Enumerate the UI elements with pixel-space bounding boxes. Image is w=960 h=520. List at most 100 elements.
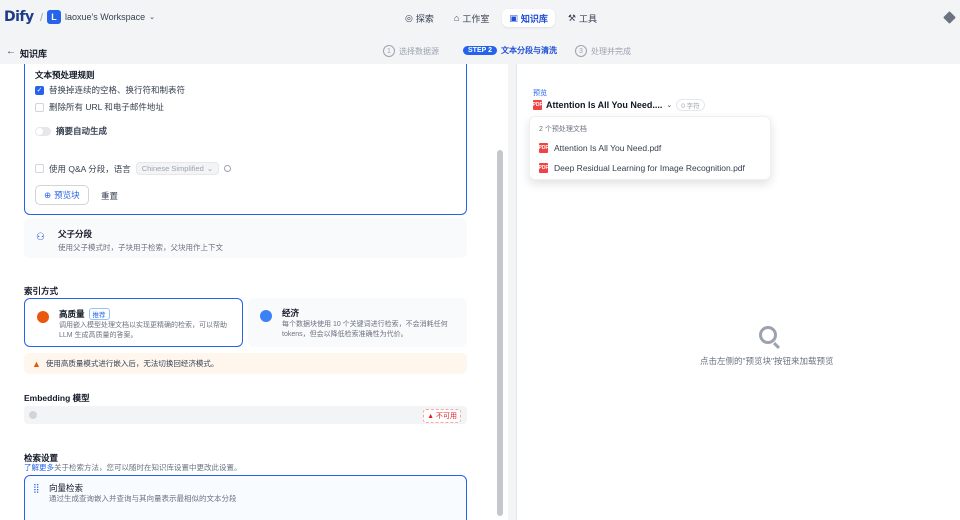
workspace-name: laoxue's Workspace xyxy=(65,12,146,22)
dropdown-header: 2 个预处理文档 xyxy=(539,126,587,133)
toggle-label: 摘要自动生成 xyxy=(56,126,108,136)
nav-knowledge[interactable]: ▣ 知识库 xyxy=(502,9,555,27)
main-nav: ◎ 探索 ⌂ 工作室 ▣ 知识库 ⚒ 工具 xyxy=(398,9,604,27)
hammer-icon: ⚒ xyxy=(567,12,576,23)
learn-more-link[interactable]: 了解更多 xyxy=(24,463,54,472)
index-warning: ▲ 使用高质量模式进行嵌入后，无法切换回经济模式。 xyxy=(24,353,467,374)
rule-whitespace[interactable]: ✓ 替换掉连续的空格、换行符和制表符 xyxy=(35,84,185,96)
doc-name: Deep Residual Learning for Image Recogni… xyxy=(554,163,745,173)
option-title-text: 经济 xyxy=(282,308,300,318)
chevron-down-icon: ⌄ xyxy=(149,14,155,21)
rule-remove-urls[interactable]: 删除所有 URL 和电子邮件地址 xyxy=(35,101,164,113)
parent-child-chunk-card[interactable]: ⚇ 父子分段 使用父子模式时，子块用于检索，父块用作上下文 xyxy=(24,218,467,258)
vector-search-option[interactable]: ⣿ 向量检索 通过生成查询嵌入并查询与其向量表示最相似的文本分段 xyxy=(24,475,467,520)
embedding-model-select[interactable]: ▲ 不可用 xyxy=(24,406,467,424)
preview-label: 预览 xyxy=(533,90,547,97)
retrieval-hint: 了解更多关于检索方法，您可以随时在知识库设置中更改此设置。 xyxy=(24,462,242,473)
language-select[interactable]: Chinese Simplified ⌄ xyxy=(135,162,220,175)
info-icon[interactable] xyxy=(224,165,232,172)
parent-child-icon: ⚇ xyxy=(36,232,45,243)
recommended-badge: 推荐 xyxy=(88,308,110,320)
empty-preview-text: 点击左侧的"预览块"按钮来加载预览 xyxy=(700,356,834,366)
back-arrow-icon[interactable]: ← xyxy=(6,46,16,57)
nav-label: 工具 xyxy=(578,13,597,24)
nav-tools[interactable]: ⚒ 工具 xyxy=(561,9,604,27)
search-icon: ⊕ xyxy=(44,189,52,200)
step-2: STEP 2 文本分段与清洗 xyxy=(463,45,557,56)
step-label: 处理并完成 xyxy=(591,46,631,56)
high-quality-icon xyxy=(37,311,49,323)
rule-label: 删除所有 URL 和电子邮件地址 xyxy=(49,102,164,112)
page-title: 知识库 xyxy=(20,49,48,59)
card-title: 父子分段 xyxy=(58,229,93,239)
chevron-down-icon: ⌄ xyxy=(666,102,673,109)
preview-pane: 预览 PDF Attention Is All You Need.... ⌄ 0… xyxy=(516,64,960,520)
auto-summary[interactable]: 摘要自动生成 xyxy=(35,125,107,137)
studio-icon: ⌂ xyxy=(453,13,460,23)
option-title: 高质量 推荐 xyxy=(59,308,110,320)
step-1: 1 选择数据源 xyxy=(383,45,439,57)
dropdown-item[interactable]: PDF Attention Is All You Need.pdf xyxy=(539,143,661,153)
rule-label: 替换掉连续的空格、换行符和制表符 xyxy=(49,85,186,95)
checkbox[interactable] xyxy=(35,164,44,173)
step-label: 选择数据源 xyxy=(399,46,439,56)
char-count-badge: 0 字符 xyxy=(676,99,705,111)
checkbox-checked[interactable]: ✓ xyxy=(35,85,44,95)
step-label: 文本分段与清洗 xyxy=(501,46,557,55)
pdf-icon: PDF xyxy=(538,163,549,173)
step-number: 1 xyxy=(383,45,395,57)
account-cube-icon[interactable] xyxy=(943,11,956,24)
option-title: 经济 xyxy=(282,307,299,319)
warning-text: 使用高质量模式进行嵌入后，无法切换回经济模式。 xyxy=(45,359,219,368)
nav-label: 知识库 xyxy=(520,13,548,24)
top-nav-bar: Dify / L laoxue's Workspace ⌄ ◎ 探索 ⌂ 工作室… xyxy=(0,0,960,36)
rules-title: 文本预处理规则 xyxy=(35,70,95,80)
workspace-switcher[interactable]: L laoxue's Workspace ⌄ xyxy=(47,10,155,24)
summary-toggle[interactable] xyxy=(35,126,51,136)
economy-icon xyxy=(260,310,272,322)
pdf-icon: PDF xyxy=(538,143,549,153)
status-text: 不可用 xyxy=(436,413,457,420)
option-title-text: 高质量 xyxy=(59,309,85,319)
dify-logo[interactable]: Dify xyxy=(4,9,34,25)
index-method-label: 索引方式 xyxy=(24,286,59,296)
book-icon: ▣ xyxy=(509,12,518,23)
pdf-icon: PDF xyxy=(532,100,543,110)
qa-label: 使用 Q&A 分段，语言 xyxy=(49,163,131,174)
checkbox[interactable] xyxy=(35,102,44,112)
step-number: 3 xyxy=(575,45,587,57)
button-label: 预览块 xyxy=(54,190,80,200)
nav-studio[interactable]: ⌂ 工作室 xyxy=(447,9,496,27)
scrollbar[interactable] xyxy=(497,150,503,516)
economy-option[interactable]: 经济 每个数据块使用 10 个关键词进行检索，不会消耗任何 tokens，但会以… xyxy=(248,298,467,347)
general-chunk-card: 文本预处理规则 ✓ 替换掉连续的空格、换行符和制表符 删除所有 URL 和电子邮… xyxy=(24,64,467,215)
step-header: ← 知识库 1 选择数据源 STEP 2 文本分段与清洗 3 处理并完成 xyxy=(0,40,960,64)
search-preview-icon xyxy=(759,326,777,344)
language-value: Chinese Simplified xyxy=(141,164,204,173)
nav-explore[interactable]: ◎ 探索 xyxy=(398,9,441,27)
hint-text: 关于检索方法，您可以随时在知识库设置中更改此设置。 xyxy=(54,463,242,472)
option-desc: 调用嵌入模型处理文档以实现更精确的检索，可以帮助 LLM 生成高质量的答案。 xyxy=(59,322,227,339)
compass-icon: ◎ xyxy=(405,12,413,23)
warning-icon: ▲ xyxy=(427,413,435,420)
dropdown-item[interactable]: PDF Deep Residual Learning for Image Rec… xyxy=(539,163,745,173)
nav-label: 探索 xyxy=(415,13,434,24)
embedding-label: Embedding 模型 xyxy=(24,393,90,403)
document-dropdown: 2 个预处理文档 PDF Attention Is All You Need.p… xyxy=(529,116,771,180)
document-selector[interactable]: PDF Attention Is All You Need.... ⌄ 0 字符 xyxy=(533,99,705,111)
qa-segment-option[interactable]: 使用 Q&A 分段，语言 Chinese Simplified ⌄ xyxy=(35,162,232,175)
warning-icon: ▲ xyxy=(32,358,41,369)
step-number: STEP 2 xyxy=(463,46,497,55)
segment-settings-pane: 文本预处理规则 ✓ 替换掉连续的空格、换行符和制表符 删除所有 URL 和电子邮… xyxy=(0,64,508,520)
workspace-avatar: L xyxy=(47,10,61,24)
high-quality-option[interactable]: 高质量 推荐 调用嵌入模型处理文档以实现更精确的检索，可以帮助 LLM 生成高质… xyxy=(24,298,243,347)
reset-button[interactable]: 重置 xyxy=(101,190,118,202)
unavailable-badge: ▲ 不可用 xyxy=(423,409,461,423)
step-3: 3 处理并完成 xyxy=(575,45,631,57)
option-desc: 通过生成查询嵌入并查询与其向量表示最相似的文本分段 xyxy=(49,494,237,503)
doc-name: Attention Is All You Need.pdf xyxy=(554,143,662,153)
grid-icon: ⣿ xyxy=(33,483,40,493)
preview-chunks-button[interactable]: ⊕ 预览块 xyxy=(35,185,89,205)
model-icon xyxy=(29,411,37,419)
card-desc: 使用父子模式时，子块用于检索，父块用作上下文 xyxy=(58,243,223,252)
